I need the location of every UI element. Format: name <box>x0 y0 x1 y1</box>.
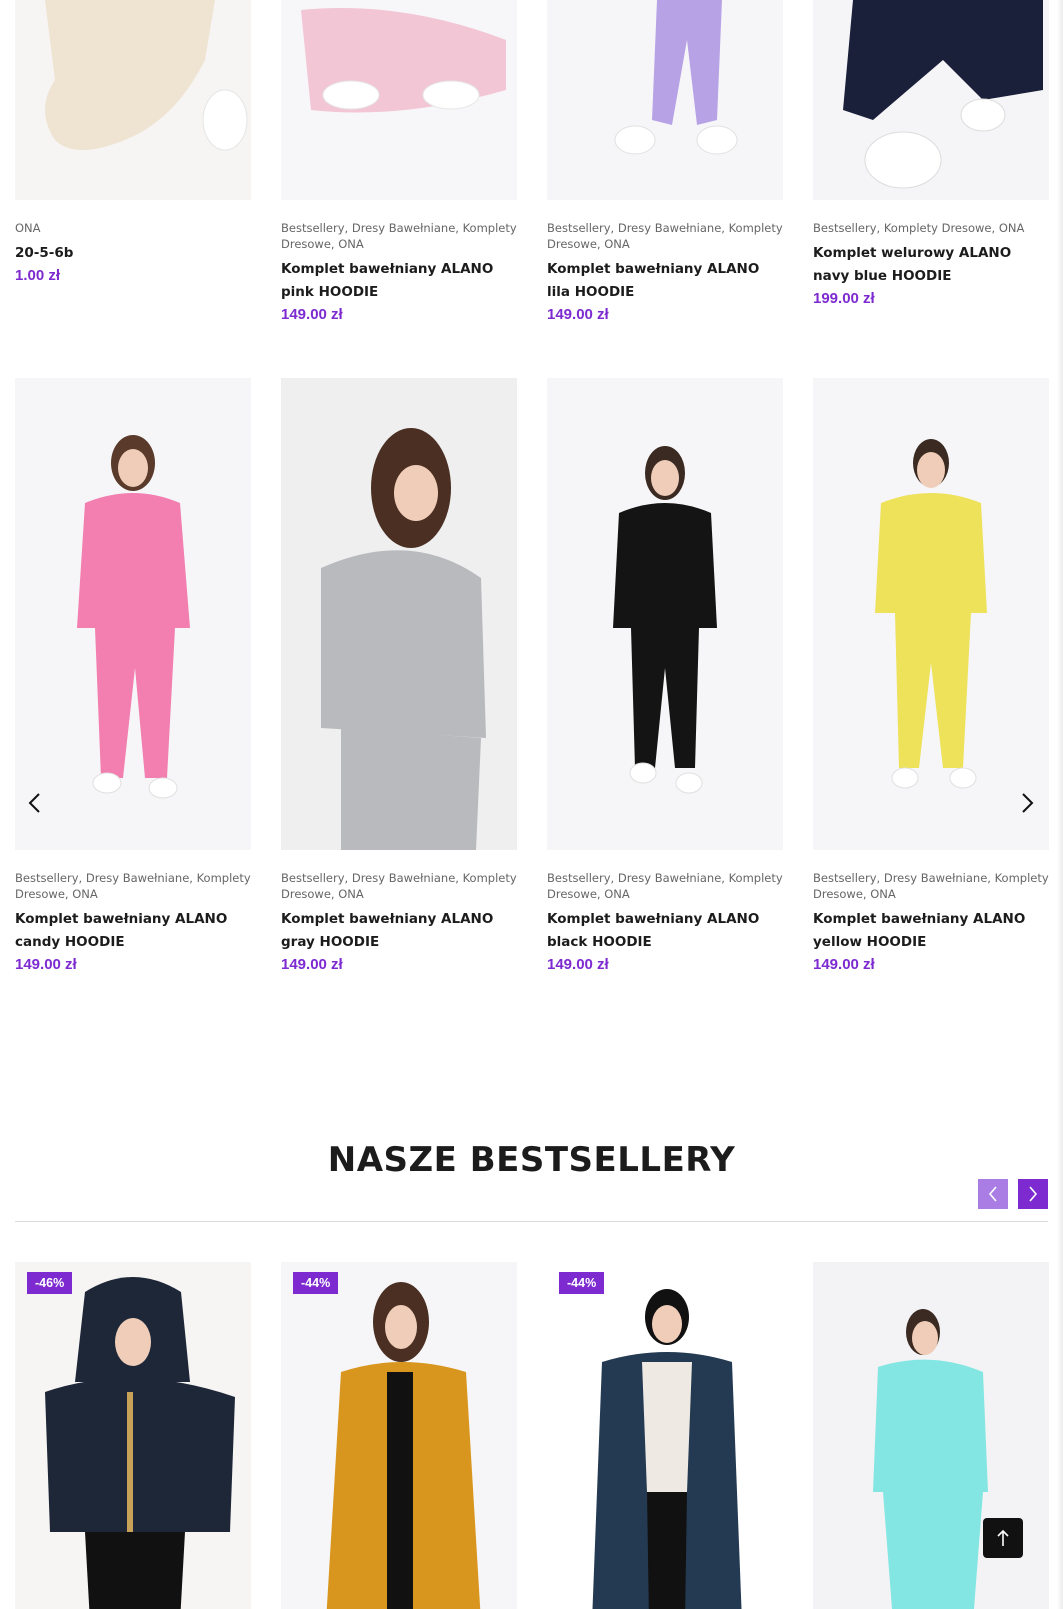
product-card[interactable]: Bestsellery, Dresy Bawełniane, Komplety … <box>15 378 251 973</box>
product-image[interactable] <box>281 378 517 850</box>
arrow-up-icon <box>997 1529 1009 1546</box>
product-categories[interactable]: Bestsellery, Dresy Bawełniane, Komplety … <box>281 220 517 252</box>
product-card[interactable]: Bestsellery, Komplety Dresowe, ONA Kompl… <box>813 0 1049 323</box>
product-image[interactable] <box>547 378 783 850</box>
product-price: 149.00 zł <box>281 306 343 323</box>
product-categories[interactable]: Bestsellery, Dresy Bawełniane, Komplety … <box>547 870 783 902</box>
product-card[interactable]: Bestsellery, Dresy Bawełniane, Komplety … <box>547 378 783 973</box>
product-image[interactable] <box>547 0 783 200</box>
discount-badge: -44% <box>559 1272 605 1294</box>
product-title[interactable]: Komplet bawełniany ALANO pink HOODIE <box>281 258 517 304</box>
product-card[interactable]: Bestsellery, Dresy Bawełniane, Komplety … <box>281 378 517 973</box>
product-title[interactable]: Komplet bawełniany ALANO candy HOODIE <box>15 908 251 954</box>
product-card[interactable]: ONA 20-5-6b 1.00 zł <box>15 0 251 323</box>
bestsellers-carousel: -46% -44% -44% <box>15 1262 1049 1609</box>
product-card[interactable]: Bestsellery, Dresy Bawełniane, Komplety … <box>547 0 783 323</box>
product-title[interactable]: Komplet bawełniany ALANO black HOODIE <box>547 908 783 954</box>
chevron-left-icon <box>28 793 40 813</box>
scrollbar-edge <box>1057 0 1063 1609</box>
product-image[interactable] <box>15 378 251 850</box>
product-card[interactable]: Bestsellery, Dresy Bawełniane, Komplety … <box>281 0 517 323</box>
product-title[interactable]: Komplet bawełniany ALANO yellow HOODIE <box>813 908 1049 954</box>
product-image[interactable]: -44% <box>281 1262 517 1609</box>
product-price: 199.00 zł <box>813 290 875 307</box>
product-card[interactable]: -44% <box>281 1262 517 1609</box>
product-price: 149.00 zł <box>281 956 343 973</box>
product-title[interactable]: 20-5-6b <box>15 242 251 265</box>
product-image[interactable]: -46% <box>15 1262 251 1609</box>
product-carousel: Bestsellery, Dresy Bawełniane, Komplety … <box>15 378 1049 973</box>
product-price: 149.00 zł <box>813 956 875 973</box>
discount-badge: -46% <box>27 1272 73 1294</box>
carousel-next-button[interactable] <box>1015 790 1039 816</box>
product-card[interactable]: Bestsellery, Dresy Bawełniane, Komplety … <box>813 378 1049 973</box>
product-title[interactable]: Komplet welurowy ALANO navy blue HOODIE <box>813 242 1049 288</box>
product-categories[interactable]: Bestsellery, Dresy Bawełniane, Komplety … <box>813 870 1049 902</box>
discount-badge: -44% <box>293 1272 339 1294</box>
product-categories[interactable]: Bestsellery, Dresy Bawełniane, Komplety … <box>547 220 783 252</box>
section-divider <box>15 1221 1048 1222</box>
product-image[interactable] <box>813 0 1049 200</box>
product-image[interactable] <box>15 0 251 200</box>
product-price: 149.00 zł <box>15 956 77 973</box>
product-title[interactable]: Komplet bawełniany ALANO gray HOODIE <box>281 908 517 954</box>
bestsellers-prev-button[interactable] <box>978 1179 1008 1209</box>
section-title: NASZE BESTSELLERY <box>327 1140 736 1180</box>
product-image[interactable]: -44% <box>547 1262 783 1609</box>
product-price: 149.00 zł <box>547 306 609 323</box>
product-grid-top: ONA 20-5-6b 1.00 zł Bestsellery, Dresy B… <box>15 0 1049 323</box>
product-image[interactable] <box>813 378 1049 850</box>
product-card[interactable]: -44% <box>547 1262 783 1609</box>
product-categories[interactable]: Bestsellery, Dresy Bawełniane, Komplety … <box>281 870 517 902</box>
chevron-right-icon <box>1029 1186 1038 1202</box>
bestsellers-next-button[interactable] <box>1018 1179 1048 1209</box>
product-categories[interactable]: ONA <box>15 220 251 236</box>
product-price: 149.00 zł <box>547 956 609 973</box>
back-to-top-button[interactable] <box>983 1518 1023 1558</box>
chevron-left-icon <box>988 1186 997 1202</box>
carousel-prev-button[interactable] <box>23 790 47 816</box>
product-title[interactable]: Komplet bawełniany ALANO lila HOODIE <box>547 258 783 304</box>
chevron-right-icon <box>1022 793 1034 813</box>
product-categories[interactable]: Bestsellery, Komplety Dresowe, ONA <box>813 220 1049 236</box>
product-card[interactable]: -46% <box>15 1262 251 1609</box>
product-categories[interactable]: Bestsellery, Dresy Bawełniane, Komplety … <box>15 870 251 902</box>
product-image[interactable] <box>281 0 517 200</box>
product-price: 1.00 zł <box>15 267 61 284</box>
